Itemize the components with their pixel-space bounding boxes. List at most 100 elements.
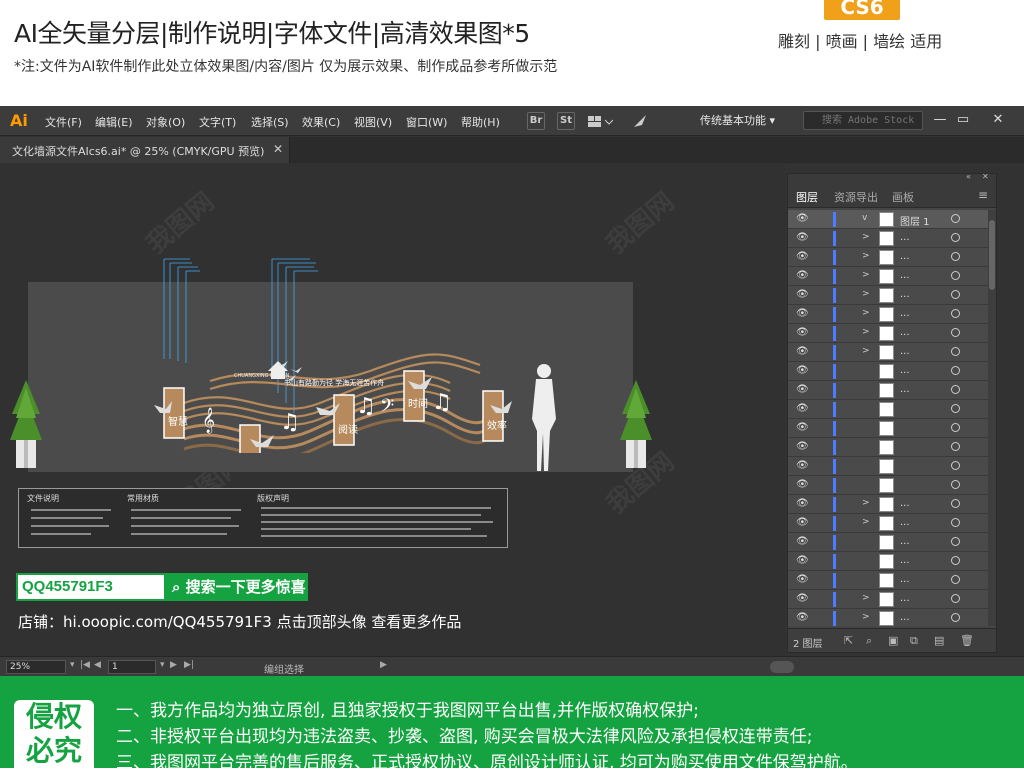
target-circle-icon[interactable] xyxy=(951,537,960,546)
close-button[interactable]: ✕ xyxy=(988,110,1008,130)
last-artboard-icon[interactable]: ▶| xyxy=(184,660,194,670)
layer-name[interactable]: ... xyxy=(900,593,910,604)
layer-row[interactable]: 👁... xyxy=(788,552,988,571)
visibility-eye-icon[interactable]: 👁 xyxy=(796,612,809,624)
stock-search-input[interactable] xyxy=(803,111,923,130)
target-circle-icon[interactable] xyxy=(951,385,960,394)
layer-row[interactable]: 👁 >... xyxy=(788,343,988,362)
target-circle-icon[interactable] xyxy=(951,214,960,223)
menu-effect[interactable]: 效果(C) xyxy=(302,114,340,130)
layer-name[interactable]: ... xyxy=(900,612,910,623)
layer-name[interactable]: ... xyxy=(900,365,910,376)
status-menu-icon[interactable]: ▶ xyxy=(380,660,387,670)
panel-menu-icon[interactable]: ≡ xyxy=(978,188,988,202)
first-artboard-icon[interactable]: |◀ xyxy=(80,660,90,670)
expand-arrow-icon[interactable]: > xyxy=(862,289,870,299)
trash-icon[interactable]: 🗑 xyxy=(960,634,974,647)
collapse-panel-icon[interactable]: « xyxy=(966,172,971,181)
expand-arrow-icon[interactable]: > xyxy=(862,346,870,356)
layer-row[interactable]: 👁 >... xyxy=(788,248,988,267)
close-icon[interactable]: ✕ xyxy=(982,172,989,181)
visibility-eye-icon[interactable]: 👁 xyxy=(796,536,809,548)
new-sublayer-icon[interactable]: ⧉ xyxy=(910,634,918,648)
artboard-number-field[interactable]: 1 xyxy=(108,660,156,674)
menu-edit[interactable]: 编辑(E) xyxy=(95,114,133,130)
gpu-performance-icon[interactable] xyxy=(632,113,648,133)
layer-name[interactable]: 图层 1 xyxy=(900,213,930,228)
previous-artboard-icon[interactable]: ◀ xyxy=(94,660,101,670)
expand-arrow-icon[interactable]: > xyxy=(862,251,870,261)
visibility-eye-icon[interactable]: 👁 xyxy=(796,460,809,472)
expand-arrow-icon[interactable]: > xyxy=(862,327,870,337)
chevron-down-icon[interactable]: ▾ xyxy=(160,660,165,670)
menu-window[interactable]: 窗口(W) xyxy=(406,114,447,130)
target-circle-icon[interactable] xyxy=(951,347,960,356)
next-artboard-icon[interactable]: ▶ xyxy=(170,660,177,670)
layer-row[interactable]: 👁 >... xyxy=(788,495,988,514)
layer-name[interactable]: ... xyxy=(900,327,910,338)
menu-select[interactable]: 选择(S) xyxy=(251,114,289,130)
visibility-eye-icon[interactable]: 👁 xyxy=(796,308,809,320)
visibility-eye-icon[interactable]: 👁 xyxy=(796,422,809,434)
layer-name[interactable]: ... xyxy=(900,346,910,357)
layer-name[interactable]: ... xyxy=(900,498,910,509)
scrollbar-thumb[interactable] xyxy=(770,661,794,673)
search-icon[interactable]: ⌕ xyxy=(866,634,872,648)
target-circle-icon[interactable] xyxy=(951,309,960,318)
search-more-button[interactable]: ⌕ 搜索一下更多惊喜 xyxy=(166,573,308,601)
layer-row[interactable]: 👁 xyxy=(788,476,988,495)
menu-file[interactable]: 文件(F) xyxy=(45,114,82,130)
expand-arrow-icon[interactable]: > xyxy=(862,593,870,603)
export-icon[interactable]: ⇱ xyxy=(844,634,853,647)
target-circle-icon[interactable] xyxy=(951,366,960,375)
layer-row[interactable]: 👁 >... xyxy=(788,590,988,609)
layer-name[interactable]: ... xyxy=(900,555,910,566)
layer-name[interactable]: ... xyxy=(900,232,910,243)
target-circle-icon[interactable] xyxy=(951,556,960,565)
layer-row[interactable]: 👁 >... xyxy=(788,514,988,533)
target-circle-icon[interactable] xyxy=(951,575,960,584)
visibility-eye-icon[interactable]: 👁 xyxy=(796,384,809,396)
visibility-eye-icon[interactable]: 👁 xyxy=(796,403,809,415)
layer-name[interactable]: ... xyxy=(900,308,910,319)
target-circle-icon[interactable] xyxy=(951,442,960,451)
layer-name[interactable]: ... xyxy=(900,517,910,528)
menu-object[interactable]: 对象(O) xyxy=(146,114,185,130)
visibility-eye-icon[interactable]: 👁 xyxy=(796,251,809,263)
layer-row[interactable]: 👁 >... xyxy=(788,324,988,343)
layer-row[interactable]: 👁 >... xyxy=(788,305,988,324)
visibility-eye-icon[interactable]: 👁 xyxy=(796,365,809,377)
layer-name[interactable]: ... xyxy=(900,270,910,281)
arrange-documents-icon[interactable] xyxy=(587,114,614,133)
tab-artboards[interactable]: 画板 xyxy=(892,189,914,205)
layer-row[interactable]: 👁 >... xyxy=(788,229,988,248)
visibility-eye-icon[interactable]: 👁 xyxy=(796,593,809,605)
visibility-eye-icon[interactable]: 👁 xyxy=(796,327,809,339)
target-circle-icon[interactable] xyxy=(951,594,960,603)
layer-row[interactable]: 👁 >... xyxy=(788,267,988,286)
minimize-button[interactable]: — xyxy=(930,110,950,130)
tab-asset-export[interactable]: 资源导出 xyxy=(834,189,878,205)
scrollbar[interactable] xyxy=(988,210,996,626)
visibility-eye-icon[interactable]: 👁 xyxy=(796,270,809,282)
target-circle-icon[interactable] xyxy=(951,252,960,261)
make-clipping-mask-icon[interactable]: ▣ xyxy=(888,634,898,647)
visibility-eye-icon[interactable]: 👁 xyxy=(796,555,809,567)
layer-row[interactable]: 👁... xyxy=(788,571,988,590)
expand-arrow-icon[interactable]: > xyxy=(862,232,870,242)
document-tab[interactable]: 文化墙源文件AIcs6.ai* @ 25% (CMYK/GPU 预览) ✕ xyxy=(0,137,290,163)
layer-row[interactable]: 👁 >... xyxy=(788,286,988,305)
layer-name[interactable]: ... xyxy=(900,289,910,300)
visibility-eye-icon[interactable]: 👁 xyxy=(796,517,809,529)
close-icon[interactable]: ✕ xyxy=(273,142,283,156)
layer-row[interactable]: 👁... xyxy=(788,362,988,381)
target-circle-icon[interactable] xyxy=(951,518,960,527)
layer-row[interactable]: 👁 >... xyxy=(788,609,988,626)
layer-row[interactable]: 👁 xyxy=(788,419,988,438)
maximize-button[interactable]: ▭ xyxy=(953,110,973,130)
zoom-field[interactable]: 25% xyxy=(6,660,66,674)
bridge-button[interactable]: Br xyxy=(527,112,545,130)
visibility-eye-icon[interactable]: 👁 xyxy=(796,289,809,301)
expand-arrow-icon[interactable]: > xyxy=(862,498,870,508)
tab-layers[interactable]: 图层 xyxy=(796,189,818,205)
